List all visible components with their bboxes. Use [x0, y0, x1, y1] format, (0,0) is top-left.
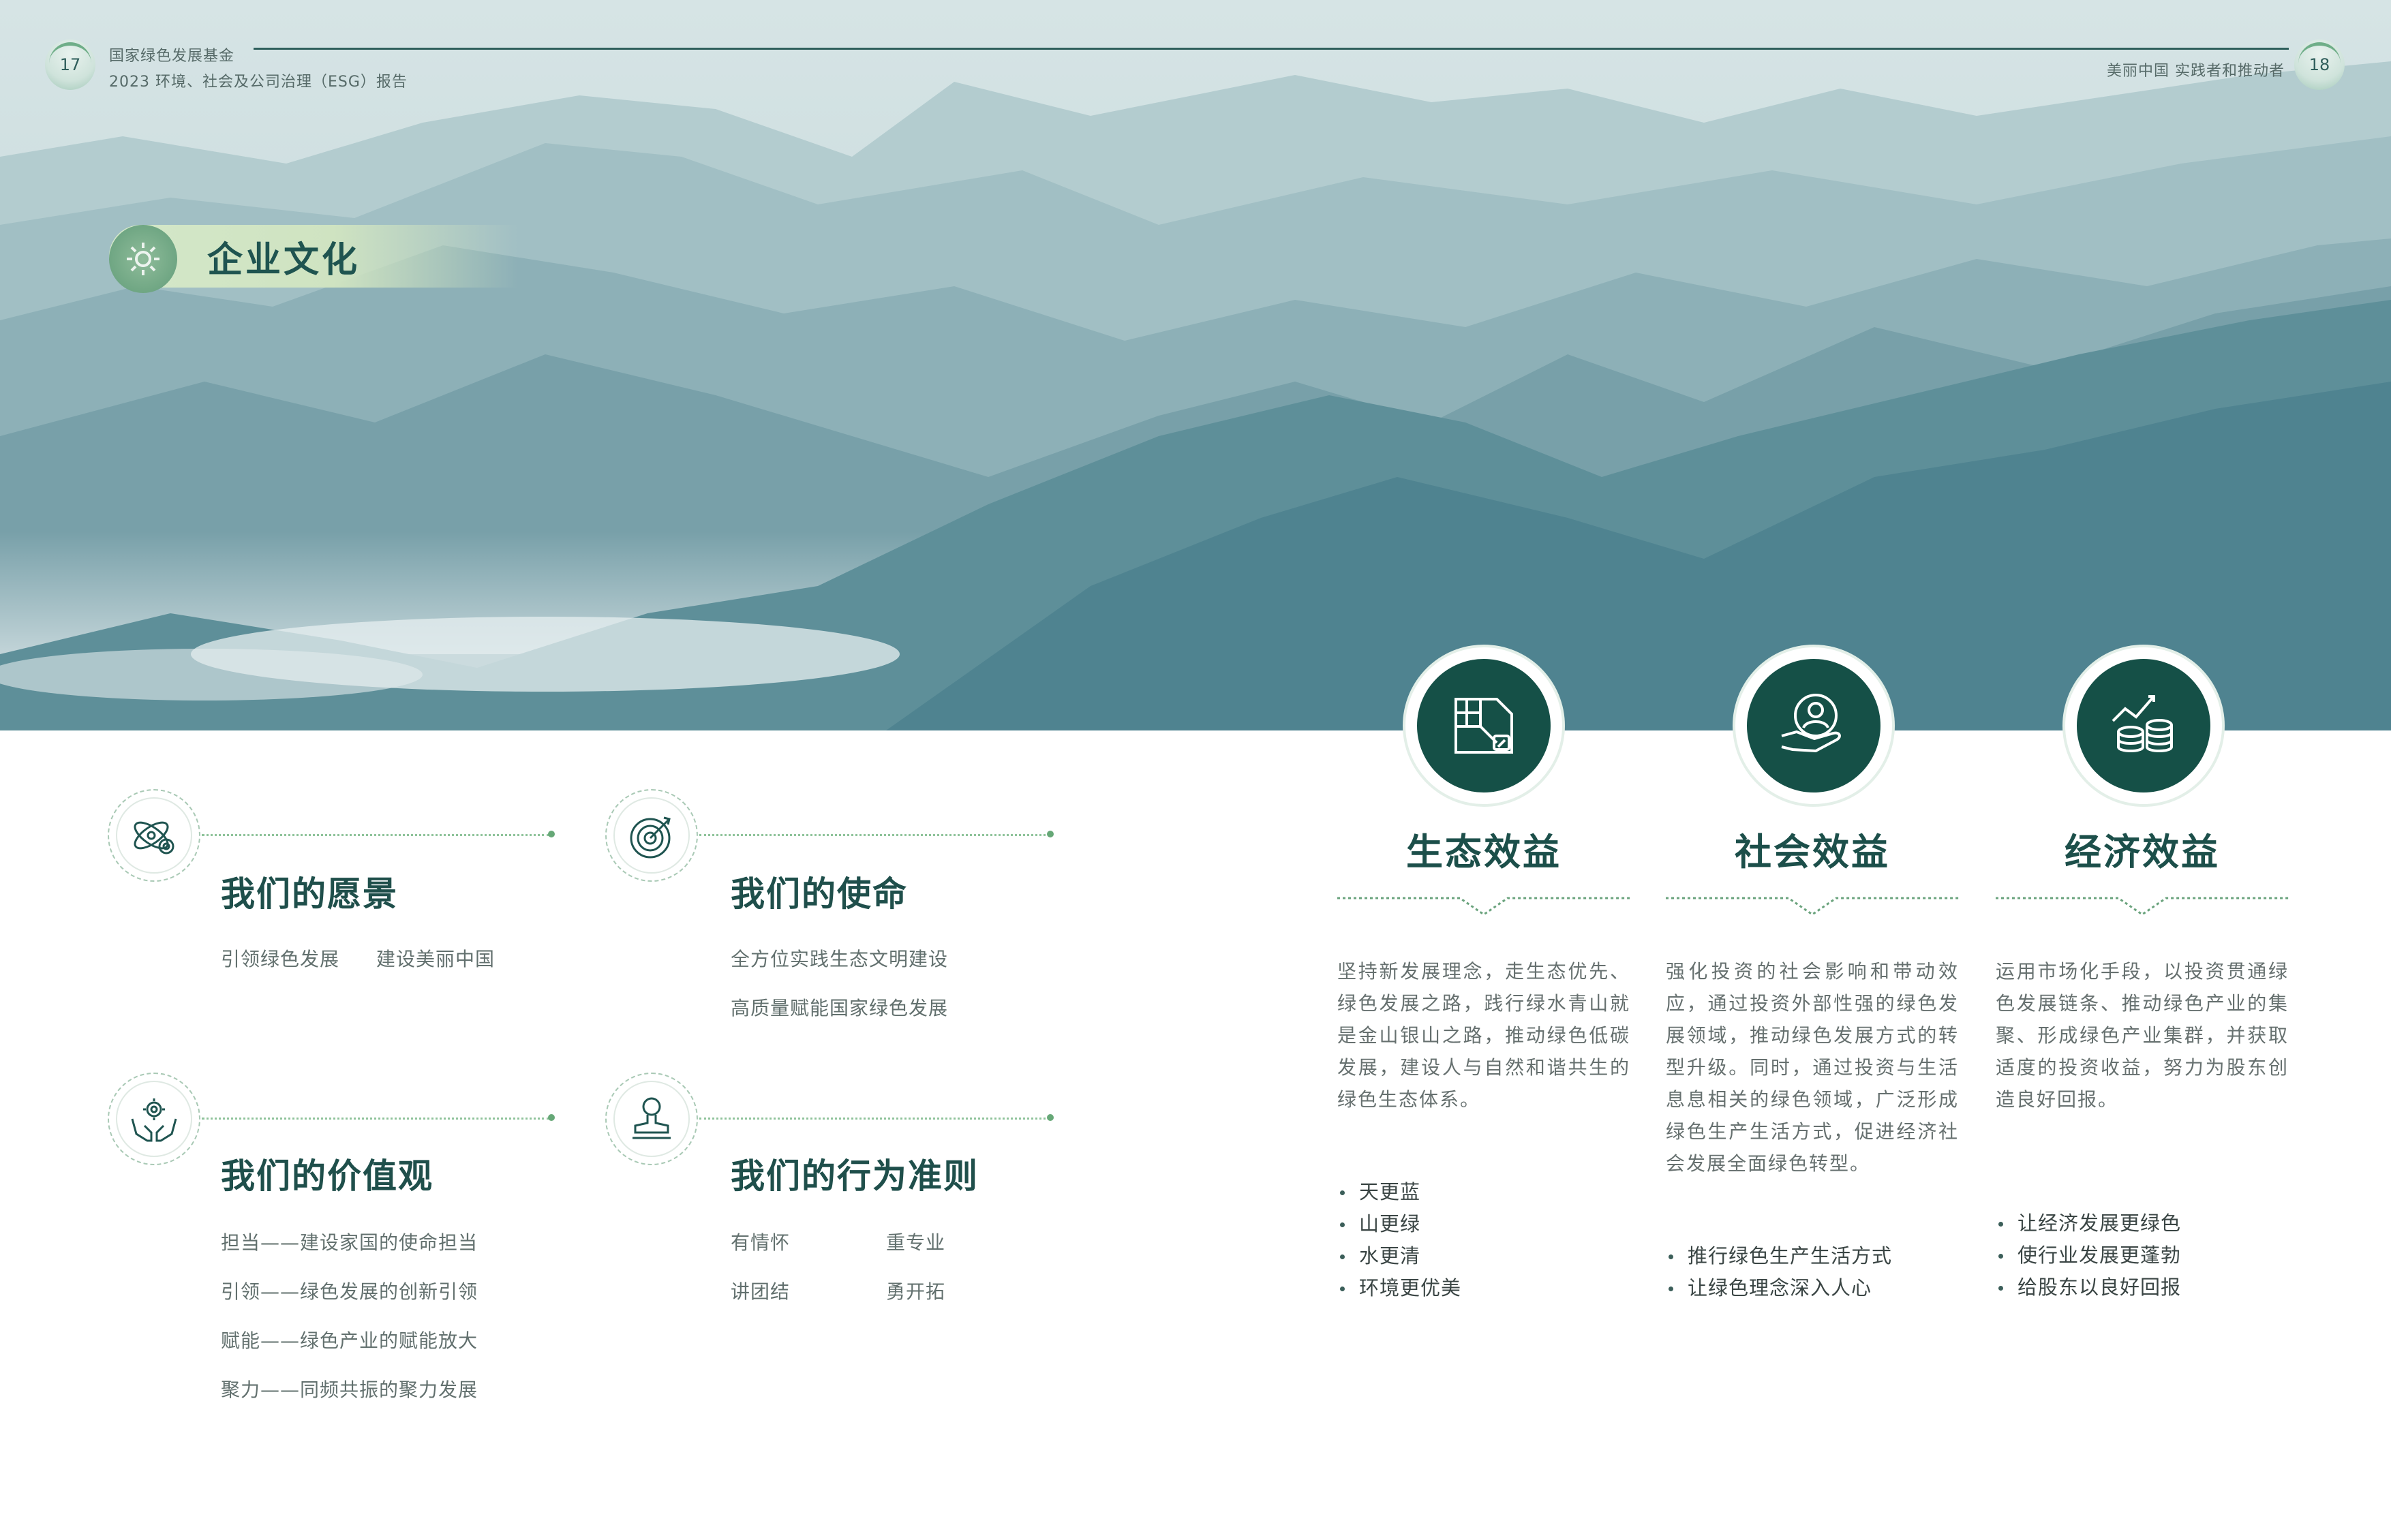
- social-benefit-divider: [1666, 897, 1959, 914]
- values-line-1: 担当——建设家国的使命担当: [221, 1231, 478, 1254]
- conduct-divider-dot: [1047, 1114, 1054, 1121]
- eco-bullet-1: 天更蓝: [1337, 1176, 1461, 1208]
- mountain-landscape-banner: [0, 0, 2391, 730]
- report-title: 2023 环境、社会及公司治理（ESG）报告: [109, 74, 408, 91]
- values-line-4: 聚力——同频共振的聚力发展: [221, 1379, 478, 1401]
- economic-bullet-3: 给股东以良好回报: [1996, 1272, 2181, 1304]
- section-title: 企业文化: [207, 239, 361, 281]
- economic-benefit-list: 让经济发展更绿色 使行业发展更蓬勃 给股东以良好回报: [1996, 1207, 2181, 1304]
- vision-title: 我们的愿景: [221, 874, 398, 914]
- stamp-icon: [605, 1073, 698, 1165]
- conduct-item-4: 勇开拓: [886, 1280, 946, 1303]
- header-divider-line: [254, 48, 2289, 50]
- eco-benefit-list: 天更蓝 山更绿 水更清 环境更优美: [1337, 1176, 1461, 1304]
- eco-benefit-divider: [1337, 897, 1630, 914]
- gear-icon: [109, 225, 177, 293]
- conduct-item-1: 有情怀: [731, 1231, 791, 1254]
- coins-growth-icon: [2065, 647, 2222, 804]
- vision-line-2: 建设美丽中国: [376, 948, 496, 970]
- conduct-title: 我们的行为准则: [731, 1156, 979, 1196]
- map-leaf-icon: [1405, 647, 1562, 804]
- social-benefit-title: 社会效益: [1735, 831, 1890, 874]
- vision-divider-dot: [548, 831, 555, 837]
- right-page-number-text: 18: [2309, 55, 2330, 74]
- hands-gear-icon: [108, 1073, 200, 1165]
- left-page-number: 17: [45, 40, 95, 90]
- eco-bullet-3: 水更清: [1337, 1240, 1461, 1272]
- values-title: 我们的价值观: [221, 1156, 433, 1196]
- economic-benefit-desc: 运用市场化手段，以投资贯通绿色发展链条、推动绿色产业的集聚、形成绿色产业集群，并…: [1996, 960, 2289, 1111]
- economic-benefit-divider: [1996, 897, 2289, 914]
- values-divider: [202, 1118, 549, 1120]
- economic-benefit-title: 经济效益: [2065, 831, 2220, 874]
- eco-bullet-4: 环境更优美: [1337, 1272, 1461, 1304]
- vision-divider: [202, 834, 549, 836]
- vision-icon: [108, 789, 200, 882]
- social-benefit-list: 推行绿色生产生活方式 让绿色理念深入人心: [1666, 1240, 1892, 1304]
- org-name: 国家绿色发展基金: [109, 48, 235, 65]
- mission-divider-dot: [1047, 831, 1054, 837]
- right-tagline: 美丽中国 实践者和推动者: [2107, 63, 2285, 80]
- right-page-number: 18: [2294, 40, 2345, 90]
- social-benefit-desc: 强化投资的社会影响和带动效应，通过投资外部性强的绿色发展领域，推动绿色发展方式的…: [1666, 960, 1959, 1175]
- economic-bullet-2: 使行业发展更蓬勃: [1996, 1239, 2181, 1272]
- conduct-item-3: 讲团结: [731, 1280, 791, 1303]
- mission-divider: [699, 834, 1050, 836]
- social-bullet-2: 让绿色理念深入人心: [1666, 1272, 1892, 1304]
- eco-benefit-title: 生态效益: [1406, 831, 1562, 874]
- vision-line-1: 引领绿色发展: [221, 948, 340, 970]
- mountain-illustration: [0, 0, 2391, 730]
- hand-people-icon: [1735, 647, 1892, 804]
- mission-line-2: 高质量赋能国家绿色发展: [731, 997, 949, 1019]
- conduct-divider: [699, 1118, 1050, 1120]
- left-page-number-text: 17: [59, 55, 81, 74]
- eco-bullet-2: 山更绿: [1337, 1208, 1461, 1240]
- values-divider-dot: [548, 1114, 555, 1121]
- values-line-3: 赋能——绿色产业的赋能放大: [221, 1329, 478, 1352]
- mission-line-1: 全方位实践生态文明建设: [731, 948, 949, 970]
- target-icon: [605, 789, 698, 882]
- conduct-item-2: 重专业: [886, 1231, 946, 1254]
- eco-benefit-desc: 坚持新发展理念，走生态优先、绿色发展之路，践行绿水青山就是金山银山之路，推动绿色…: [1337, 960, 1630, 1111]
- economic-bullet-1: 让经济发展更绿色: [1996, 1207, 2181, 1239]
- mission-title: 我们的使命: [731, 874, 908, 914]
- values-line-2: 引领——绿色发展的创新引领: [221, 1280, 478, 1303]
- social-bullet-1: 推行绿色生产生活方式: [1666, 1240, 1892, 1272]
